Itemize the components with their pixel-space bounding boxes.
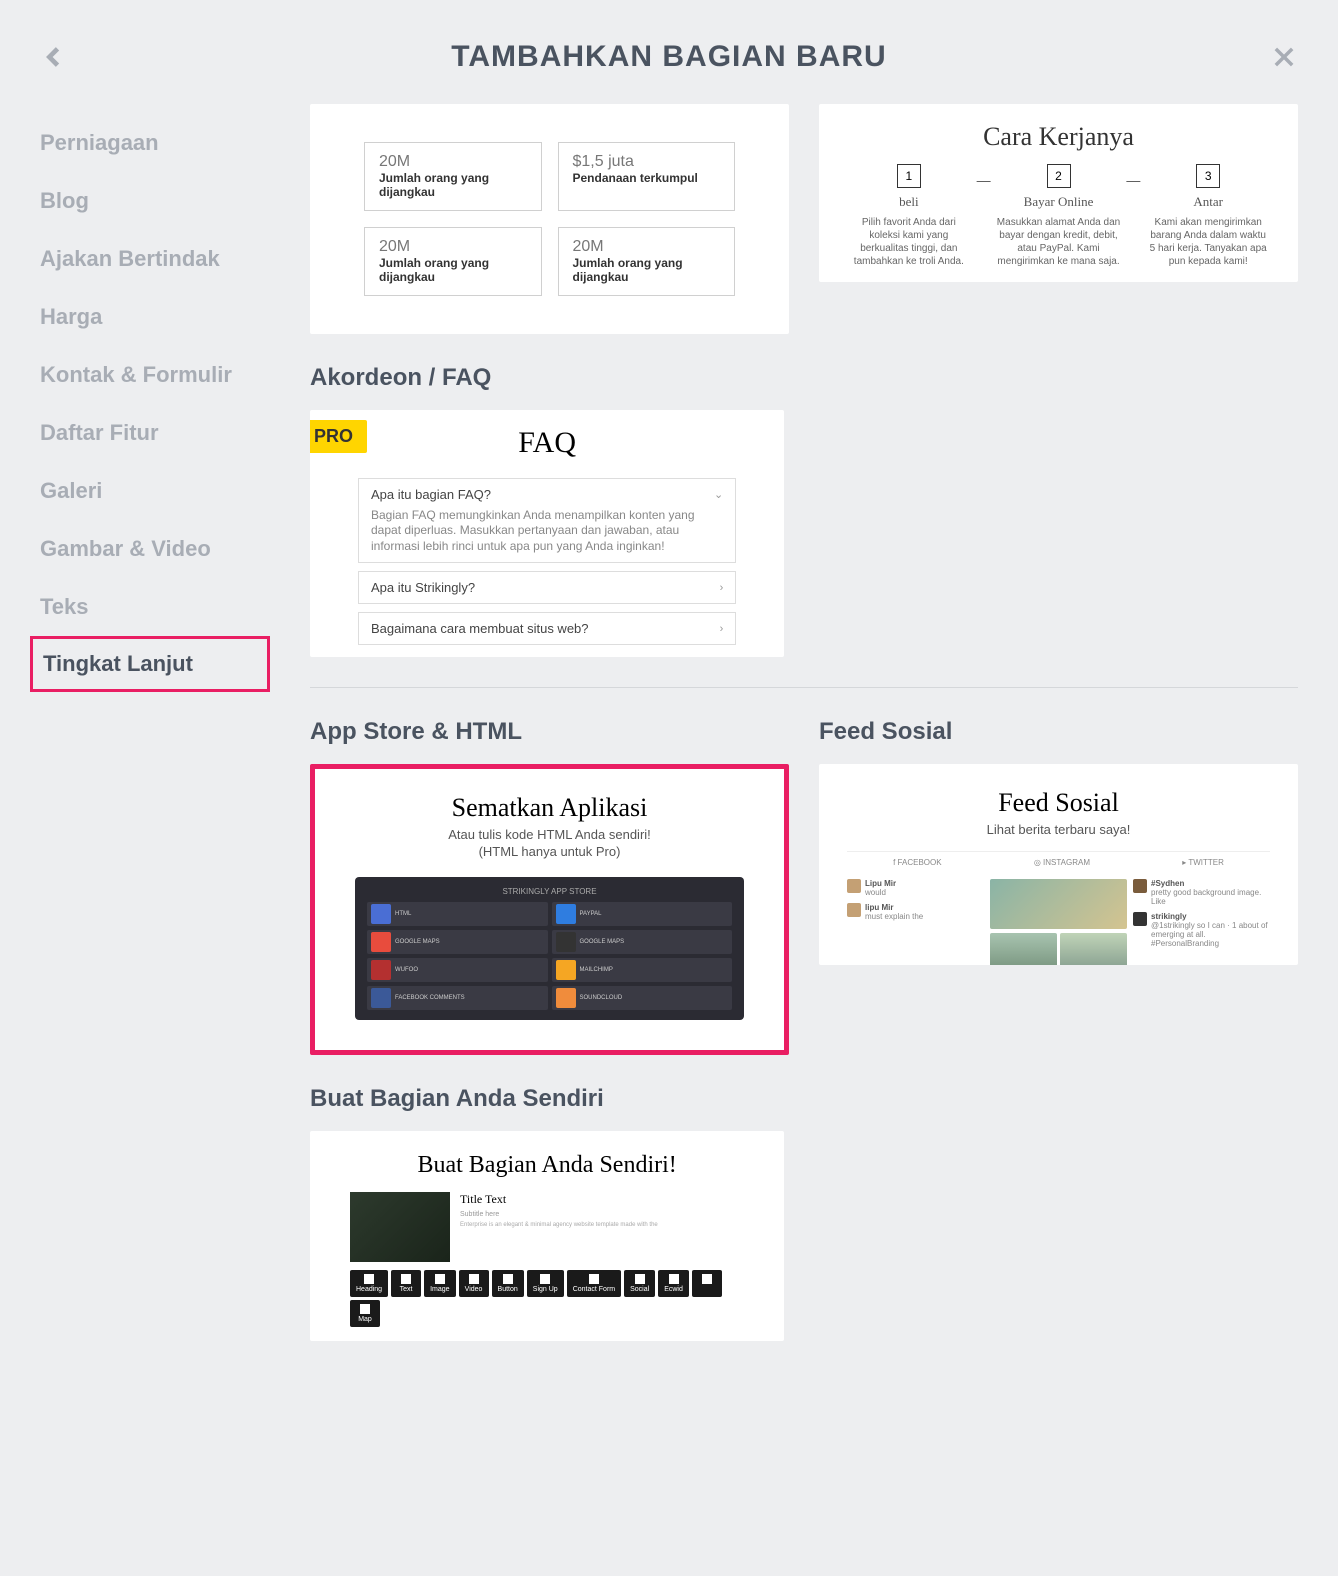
app-tile: GOOGLE MAPS bbox=[367, 930, 548, 954]
appstore-title: Sematkan Aplikasi bbox=[355, 793, 744, 823]
faq-template-card[interactable]: PRO FAQ Apa itu bagian FAQ?⌄ Bagian FAQ … bbox=[310, 410, 784, 658]
app-tile: MAILCHIMP bbox=[552, 958, 733, 982]
sidebar-item-galeri[interactable]: Galeri bbox=[40, 462, 270, 520]
modal-title: TAMBAHKAN BAGIAN BARU bbox=[68, 40, 1270, 74]
myo-section-title: Buat Bagian Anda Sendiri bbox=[310, 1085, 784, 1113]
appstore-mock: STRIKINGLY APP STORE HTMLPAYPALGOOGLE MA… bbox=[355, 877, 744, 1020]
app-tile: GOOGLE MAPS bbox=[552, 930, 733, 954]
close-icon[interactable] bbox=[1270, 43, 1298, 71]
sidebar-item-cta[interactable]: Ajakan Bertindak bbox=[40, 230, 270, 288]
myo-title: Buat Bagian Anda Sendiri! bbox=[350, 1151, 744, 1180]
app-tile: WUFOO bbox=[367, 958, 548, 982]
stat-box: 20M Jumlah orang yang dijangkau bbox=[558, 227, 736, 296]
faq-item: Apa itu Strikingly?› bbox=[358, 571, 736, 604]
myo-tool-button: Sign Up bbox=[527, 1270, 564, 1297]
modal-header: TAMBAHKAN BAGIAN BARU bbox=[40, 30, 1298, 104]
sidebar-item-perniagaan[interactable]: Perniagaan bbox=[40, 114, 270, 172]
app-tile: FACEBOOK COMMENTS bbox=[367, 986, 548, 1010]
sections-panel: 20M Jumlah orang yang dijangkau $1,5 jut… bbox=[310, 104, 1298, 1371]
app-tile: HTML bbox=[367, 902, 548, 926]
sidebar-item-blog[interactable]: Blog bbox=[40, 172, 270, 230]
stat-box: 20M Jumlah orang yang dijangkau bbox=[364, 142, 542, 211]
sidebar-item-fitur[interactable]: Daftar Fitur bbox=[40, 404, 270, 462]
section-divider bbox=[310, 687, 1298, 688]
faq-title: FAQ bbox=[358, 426, 736, 460]
myo-template-card[interactable]: Buat Bagian Anda Sendiri! Title Text Sub… bbox=[310, 1131, 784, 1341]
faq-item: Bagaimana cara membuat situs web?› bbox=[358, 612, 736, 645]
chevron-right-icon: › bbox=[720, 623, 724, 635]
sidebar-item-gambar[interactable]: Gambar & Video bbox=[40, 520, 270, 578]
social-template-card[interactable]: Feed Sosial Lihat berita terbaru saya! f… bbox=[819, 764, 1298, 965]
myo-tool-button: Map bbox=[350, 1300, 380, 1327]
myo-toolbar: HeadingTextImageVideoButtonSign UpContac… bbox=[350, 1270, 744, 1327]
sidebar-item-tingkat-lanjut[interactable]: Tingkat Lanjut bbox=[30, 636, 270, 692]
myo-tool-button bbox=[692, 1270, 722, 1297]
myo-tool-button: Social bbox=[624, 1270, 655, 1297]
myo-image-placeholder bbox=[350, 1192, 450, 1262]
app-tile: PAYPAL bbox=[552, 902, 733, 926]
chevron-down-icon: ⌄ bbox=[714, 488, 723, 501]
myo-tool-button: Image bbox=[424, 1270, 455, 1297]
sidebar-item-harga[interactable]: Harga bbox=[40, 288, 270, 346]
faq-section-title: Akordeon / FAQ bbox=[310, 364, 784, 392]
social-subtitle: Lihat berita terbaru saya! bbox=[847, 822, 1270, 837]
chevron-right-icon: › bbox=[720, 582, 724, 594]
myo-tool-button: Button bbox=[492, 1270, 524, 1297]
add-section-modal: TAMBAHKAN BAGIAN BARU Perniagaan Blog Aj… bbox=[0, 0, 1338, 1576]
app-tile: SOUNDCLOUD bbox=[552, 986, 733, 1010]
appstore-section-title: App Store & HTML bbox=[310, 718, 789, 746]
social-section-title: Feed Sosial bbox=[819, 718, 1298, 746]
sidebar-item-teks[interactable]: Teks bbox=[40, 578, 270, 636]
myo-tool-button: Text bbox=[391, 1270, 421, 1297]
howitworks-template-card[interactable]: Cara Kerjanya 1 beli Pilih favorit Anda … bbox=[819, 104, 1298, 282]
social-tabs: f FACEBOOK ◎ INSTAGRAM ▸ TWITTER bbox=[847, 851, 1270, 873]
myo-tool-button: Heading bbox=[350, 1270, 388, 1297]
sidebar-item-kontak[interactable]: Kontak & Formulir bbox=[40, 346, 270, 404]
stats-template-card[interactable]: 20M Jumlah orang yang dijangkau $1,5 jut… bbox=[310, 104, 789, 334]
pro-badge: PRO bbox=[310, 420, 367, 453]
appstore-template-card[interactable]: Sematkan Aplikasi Atau tulis kode HTML A… bbox=[310, 764, 789, 1055]
back-icon[interactable] bbox=[40, 43, 68, 71]
category-sidebar: Perniagaan Blog Ajakan Bertindak Harga K… bbox=[40, 104, 270, 1371]
myo-tool-button: Video bbox=[459, 1270, 489, 1297]
myo-tool-button: Contact Form bbox=[567, 1270, 621, 1297]
faq-item: Apa itu bagian FAQ?⌄ Bagian FAQ memungki… bbox=[358, 478, 736, 564]
appstore-subtitle: Atau tulis kode HTML Anda sendiri! (HTML… bbox=[355, 827, 744, 861]
stat-box: $1,5 juta Pendanaan terkumpul bbox=[558, 142, 736, 211]
stat-box: 20M Jumlah orang yang dijangkau bbox=[364, 227, 542, 296]
howitworks-title: Cara Kerjanya bbox=[847, 122, 1270, 152]
myo-tool-button: Ecwid bbox=[658, 1270, 689, 1297]
social-title: Feed Sosial bbox=[847, 788, 1270, 818]
